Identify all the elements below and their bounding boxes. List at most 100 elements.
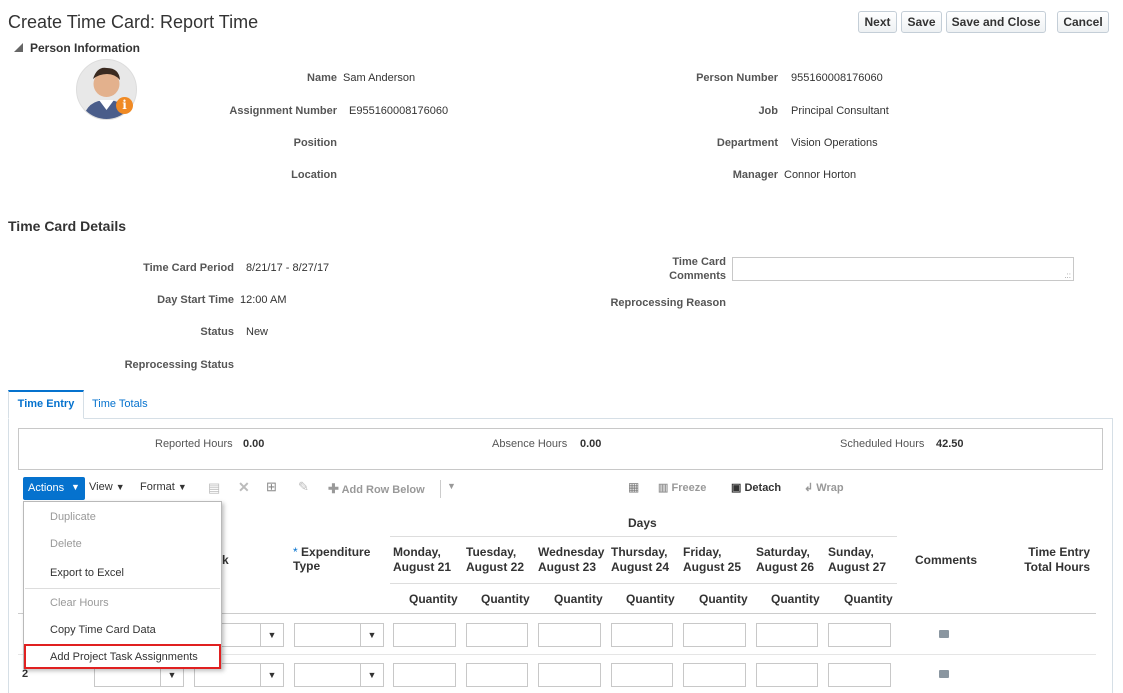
- row-number: 2: [22, 668, 29, 680]
- day-date: August 24: [611, 560, 670, 574]
- day-name: Sunday,: [828, 545, 874, 559]
- menu-separator: [25, 588, 220, 589]
- comment-bubble-icon[interactable]: [939, 630, 949, 638]
- plus-icon: ✚: [328, 481, 339, 496]
- quantity-input-saturday[interactable]: [756, 623, 818, 647]
- add-row-below-button[interactable]: ✚ Add Row Below: [328, 481, 425, 497]
- quantity-header: Quantity: [554, 592, 603, 606]
- department-label: Department: [716, 137, 778, 149]
- detach-button[interactable]: ▣ Detach: [731, 481, 781, 494]
- quantity-input-sunday[interactable]: [828, 623, 891, 647]
- actions-menu-button[interactable]: Actions ▼: [23, 477, 85, 500]
- next-button[interactable]: Next: [858, 11, 897, 33]
- collapse-triangle-icon[interactable]: [14, 43, 23, 52]
- expenditure-line1: Expenditure: [301, 545, 371, 559]
- quantity-input-saturday[interactable]: [756, 663, 818, 687]
- wrap-label: Wrap: [816, 482, 844, 494]
- cancel-button[interactable]: Cancel: [1057, 11, 1109, 33]
- chevron-down-icon[interactable]: ▼: [260, 624, 283, 646]
- days-header: Days: [628, 516, 657, 530]
- quantity-input-thursday[interactable]: [611, 663, 673, 687]
- view-menu[interactable]: View ▼: [89, 481, 125, 493]
- quantity-input-tuesday[interactable]: [466, 623, 528, 647]
- quantity-input-thursday[interactable]: [611, 623, 673, 647]
- expenditure-type-select[interactable]: ▼: [294, 663, 384, 687]
- required-star: *: [293, 545, 298, 559]
- delete-row-icon[interactable]: ✕: [238, 479, 250, 496]
- wrap-icon: ↲: [804, 482, 814, 494]
- quantity-input-tuesday[interactable]: [466, 663, 528, 687]
- person-section-title: Person Information: [30, 41, 141, 55]
- day-name: Monday,: [393, 545, 441, 559]
- quantity-input-monday[interactable]: [393, 623, 456, 647]
- chevron-down-icon: ▼: [177, 482, 187, 492]
- quantity-input-wednesday[interactable]: [538, 663, 601, 687]
- chevron-down-icon[interactable]: ▼: [260, 664, 283, 686]
- freeze-button[interactable]: ▥ Freeze: [658, 481, 706, 494]
- chevron-down-icon[interactable]: ▼: [447, 481, 456, 491]
- expenditure-line2: Type: [293, 559, 321, 573]
- quantity-header: Quantity: [699, 592, 748, 606]
- quantity-header: Quantity: [771, 592, 820, 606]
- day-date: August 27: [828, 560, 887, 574]
- comments-header: Comments: [915, 553, 978, 567]
- day-name: Wednesday: [538, 545, 605, 559]
- quantity-input-friday[interactable]: [683, 623, 746, 647]
- grid-edit-icon[interactable]: ⊞: [266, 479, 277, 495]
- menu-item-add-project-task-assignments[interactable]: Add Project Task Assignments: [50, 651, 198, 663]
- format-menu[interactable]: Format ▼: [140, 481, 187, 493]
- save-button[interactable]: Save: [901, 11, 942, 33]
- department-value: Vision Operations: [791, 137, 878, 149]
- resize-grip-icon[interactable]: .::: [1064, 271, 1071, 280]
- day-date: August 21: [393, 560, 452, 574]
- reprocessing-reason-label: Reprocessing Reason: [610, 297, 726, 309]
- tab-time-totals[interactable]: Time Totals: [92, 398, 148, 410]
- manager-value: Connor Horton: [784, 169, 857, 181]
- day-date: August 22: [466, 560, 525, 574]
- freeze-label: Freeze: [671, 482, 707, 494]
- day-name: Tuesday,: [466, 545, 517, 559]
- quantity-input-monday[interactable]: [393, 663, 456, 687]
- person-number-label: Person Number: [696, 72, 778, 84]
- menu-item-delete[interactable]: Delete: [50, 538, 82, 550]
- reprocessing-status-label: Reprocessing Status: [124, 359, 234, 371]
- job-label: Job: [758, 105, 778, 117]
- expenditure-type-select[interactable]: ▼: [294, 623, 384, 647]
- menu-item-copy-time-card-data[interactable]: Copy Time Card Data: [50, 624, 156, 636]
- menu-item-duplicate[interactable]: Duplicate: [50, 511, 96, 523]
- page-title: Create Time Card: Report Time: [8, 12, 259, 32]
- pencil-icon[interactable]: ✎: [298, 479, 309, 495]
- quantity-input-wednesday[interactable]: [538, 623, 601, 647]
- chevron-down-icon[interactable]: ▼: [360, 664, 383, 686]
- menu-item-clear-hours[interactable]: Clear Hours: [50, 597, 109, 609]
- save-and-close-button[interactable]: Save and Close: [946, 11, 1046, 33]
- tab-time-entry-label: Time Entry: [17, 398, 75, 410]
- day-header-thursday: Thursday, August 24: [611, 545, 669, 575]
- manager-label: Manager: [732, 169, 778, 181]
- toolbar-divider: [440, 480, 441, 498]
- name-value: Sam Anderson: [343, 72, 416, 84]
- assignment-label: Assignment Number: [229, 105, 337, 117]
- day-header-sunday: Sunday, August 27: [828, 545, 886, 575]
- wrap-button[interactable]: ↲ Wrap: [804, 481, 844, 494]
- reported-hours-label: Reported Hours: [155, 438, 233, 450]
- location-label: Location: [291, 169, 337, 181]
- freeze-icon: ▥: [658, 482, 669, 494]
- chevron-down-icon: ▼: [115, 482, 125, 492]
- day-date: August 23: [538, 560, 597, 574]
- comment-bubble-icon[interactable]: [939, 670, 949, 678]
- tab-time-entry[interactable]: Time Entry: [8, 390, 84, 419]
- quantity-input-sunday[interactable]: [828, 663, 891, 687]
- job-value: Principal Consultant: [791, 105, 889, 117]
- copy-row-icon[interactable]: ▤: [208, 480, 220, 496]
- chevron-down-icon[interactable]: ▼: [360, 624, 383, 646]
- query-filter-icon[interactable]: ▦: [628, 480, 639, 494]
- day-header-monday: Monday, August 21: [393, 545, 451, 575]
- info-icon[interactable]: i: [116, 97, 133, 114]
- day-header-tuesday: Tuesday, August 22: [466, 545, 524, 575]
- comments-textarea[interactable]: .::: [732, 257, 1074, 281]
- day-name: Thursday,: [611, 545, 668, 559]
- scheduled-hours-label: Scheduled Hours: [840, 438, 925, 450]
- menu-item-export-to-excel[interactable]: Export to Excel: [50, 567, 124, 579]
- quantity-input-friday[interactable]: [683, 663, 746, 687]
